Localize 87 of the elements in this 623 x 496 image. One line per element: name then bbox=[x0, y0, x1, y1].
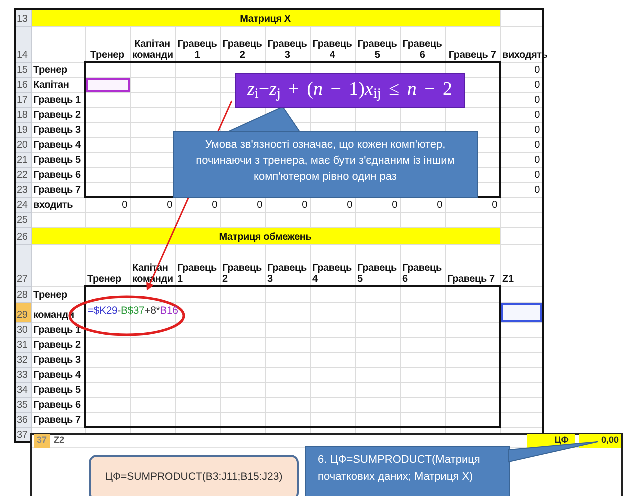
row-number: 28 bbox=[17, 290, 28, 301]
row-label: Гравець 5 bbox=[34, 385, 81, 396]
cell-value: 0 bbox=[534, 140, 540, 151]
row-number: 20 bbox=[17, 140, 28, 151]
formula-banner: z$_{i}$−z$_{j}$ + (n − 1)x$_{ij}$ ≤ n − 2 bbox=[235, 73, 465, 108]
column-header: Гравець 3 bbox=[268, 39, 308, 60]
row-label: Гравець 4 bbox=[34, 370, 81, 381]
row-number: 18 bbox=[17, 110, 28, 121]
row-number: 25 bbox=[17, 215, 28, 226]
column-header: Гравець 2 bbox=[222, 263, 262, 284]
row-label: Гравець 1 bbox=[34, 95, 81, 106]
column-header: Гравець 1 bbox=[178, 39, 218, 60]
cell-value: 0 bbox=[347, 200, 352, 211]
cell-value: Z2 bbox=[54, 434, 65, 448]
column-header: Z1 bbox=[502, 274, 514, 285]
row-label: Гравець 3 bbox=[34, 355, 81, 366]
cell-value: 0 bbox=[212, 200, 218, 211]
row-label: Гравець 3 bbox=[34, 125, 81, 136]
row-number: 13 bbox=[17, 14, 28, 25]
row-number: 14 bbox=[17, 50, 28, 61]
row-label: Гравець 5 bbox=[34, 155, 81, 166]
column-header: Гравець 4 bbox=[312, 39, 352, 60]
column-header: Гравець 7 bbox=[448, 274, 495, 284]
cell-value: 0 bbox=[534, 125, 540, 136]
row-number: 24 bbox=[17, 200, 28, 211]
row-label: Тренер bbox=[34, 65, 68, 76]
cell-value: 0 bbox=[167, 200, 172, 211]
row-number: 27 bbox=[17, 274, 28, 285]
cell-value: 37 bbox=[34, 434, 50, 448]
row-number: 31 bbox=[17, 340, 28, 351]
row-label: Гравець 7 bbox=[34, 415, 81, 426]
row-label: Капітан bbox=[34, 80, 70, 91]
row-number: 23 bbox=[17, 185, 28, 196]
column-header: Гравець 5 bbox=[358, 263, 397, 284]
row-label: Гравець 2 bbox=[34, 110, 81, 121]
row-number: 32 bbox=[17, 355, 28, 366]
row-number: 34 bbox=[17, 385, 28, 396]
row-number: 26 bbox=[17, 232, 28, 243]
cell-value: 0 bbox=[534, 185, 540, 196]
note-box: ЦФ=SUMPRODUCT(B3:J11;B15:J23) bbox=[89, 455, 299, 496]
cell-value: 0 bbox=[534, 155, 540, 166]
row-label: Гравець 4 bbox=[34, 140, 81, 151]
cell-value: 0 bbox=[534, 65, 540, 76]
formula-text: =$K29-B$37+8*B16 bbox=[88, 305, 178, 318]
row-number: 15 bbox=[17, 65, 28, 76]
column-header: Тренер bbox=[88, 274, 122, 284]
section-title: Матриця X bbox=[240, 14, 291, 25]
row-number: 33 bbox=[17, 370, 28, 381]
row-label: Гравець 6 bbox=[34, 170, 81, 181]
cell-value: 0 bbox=[392, 200, 398, 211]
column-header: Гравець 4 bbox=[312, 263, 352, 284]
column-header: Гравець 3 bbox=[268, 263, 307, 284]
row-number: 22 bbox=[17, 170, 28, 181]
row-label: входить bbox=[34, 200, 74, 211]
cell-value: 0 bbox=[534, 110, 540, 121]
row-label: Гравець 7 bbox=[34, 185, 81, 196]
row-label: Гравець 2 bbox=[34, 340, 81, 351]
column-header: Гравець 7 bbox=[448, 50, 496, 60]
row-label: Гравець 6 bbox=[34, 400, 81, 411]
cell-value: 0 bbox=[122, 200, 128, 211]
cell-value: 0 bbox=[302, 200, 308, 211]
column-header: Гравець 2 bbox=[222, 39, 262, 60]
row-number: 35 bbox=[17, 400, 28, 411]
row-number: 17 bbox=[17, 95, 28, 106]
row-number: 37 bbox=[17, 430, 28, 440]
row-number: 30 bbox=[17, 325, 28, 336]
column-header: Тренер bbox=[90, 50, 124, 60]
row-number: 21 bbox=[17, 155, 28, 166]
column-header: Гравець 6 bbox=[402, 263, 442, 284]
callout: 6. ЦФ=SUMPRODUCT(Матриця початкових даних; Матриця Х) bbox=[305, 446, 510, 496]
objective-value: 0,00 bbox=[579, 434, 621, 448]
column-header: Гравець 1 bbox=[178, 263, 217, 284]
cell-value: 0 bbox=[534, 80, 540, 91]
row-label: Тренер bbox=[34, 290, 68, 301]
cell-value: 0 bbox=[257, 200, 262, 211]
cell-value: 0 bbox=[492, 200, 498, 211]
cell-value: 0 bbox=[534, 95, 540, 106]
row-number: 29 bbox=[17, 310, 28, 321]
column-header: Гравець 5 bbox=[358, 39, 398, 60]
column-header: Гравець 6 bbox=[402, 39, 442, 60]
row-number: 16 bbox=[17, 80, 28, 91]
row-number: 19 bbox=[17, 125, 28, 136]
column-header: Капітан команди bbox=[132, 39, 174, 60]
row-number: 36 bbox=[17, 415, 28, 426]
cell-value: 0 bbox=[437, 200, 442, 211]
section-title: Матриця обмежень bbox=[219, 232, 312, 243]
cell-value: 0 bbox=[534, 170, 540, 181]
